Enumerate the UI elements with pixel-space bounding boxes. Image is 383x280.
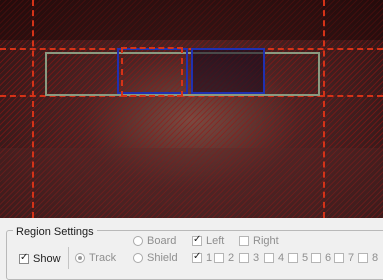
track-radio-icon: [75, 253, 85, 263]
board-radio-icon: [133, 236, 143, 246]
right-blue-region-box[interactable]: [191, 48, 265, 94]
region-3-label: 3: [253, 252, 260, 264]
left-label: Left: [206, 235, 225, 247]
wall-shadow: [0, 0, 383, 40]
track-label: Track: [89, 252, 117, 264]
region-2-label: 2: [228, 252, 235, 264]
red-dashed-region-box[interactable]: [121, 47, 183, 97]
board-label: Board: [147, 235, 177, 247]
region-5-check-icon: [288, 253, 298, 263]
left-checkbox[interactable]: Left: [192, 234, 225, 247]
region-8-checkbox[interactable]: 8: [358, 252, 378, 264]
camera-view[interactable]: [0, 0, 383, 218]
region-7-check-icon: [334, 253, 344, 263]
region-1-check-icon: [192, 251, 202, 263]
region-7-label: 7: [348, 252, 355, 264]
region-5-label: 5: [302, 252, 309, 264]
region-6-label: 6: [325, 252, 332, 264]
vertical-grid-line-right[interactable]: [323, 0, 325, 218]
region-1-label: 1: [206, 252, 213, 264]
right-check-icon: [239, 236, 249, 246]
right-label: Right: [253, 235, 279, 247]
region-2-check-icon: [214, 253, 224, 263]
shield-label: Shield: [147, 252, 178, 264]
region-4-check-icon: [264, 253, 274, 263]
region-4-label: 4: [278, 252, 285, 264]
show-check-icon: [19, 252, 29, 264]
region-8-check-icon: [358, 253, 368, 263]
right-checkbox[interactable]: Right: [239, 235, 279, 247]
region-3-checkbox[interactable]: 3: [239, 252, 259, 264]
vertical-grid-line-left[interactable]: [32, 0, 34, 218]
left-check-icon: [192, 234, 202, 246]
show-checkbox[interactable]: Show: [19, 252, 61, 265]
region-3-check-icon: [239, 253, 249, 263]
region-6-checkbox[interactable]: 6: [311, 252, 331, 264]
region-settings-title: Region Settings: [13, 226, 97, 238]
region-1-checkbox[interactable]: 1: [192, 251, 213, 264]
region-4-checkbox[interactable]: 4: [264, 252, 284, 264]
floor-area: [0, 148, 383, 218]
region-7-checkbox[interactable]: 7: [334, 252, 354, 264]
region-8-label: 8: [372, 252, 379, 264]
shield-radio-icon: [133, 253, 143, 263]
track-radio[interactable]: Track: [75, 252, 116, 264]
board-radio[interactable]: Board: [133, 235, 176, 247]
show-label: Show: [33, 253, 61, 265]
shield-radio[interactable]: Shield: [133, 252, 178, 264]
region-2-checkbox[interactable]: 2: [214, 252, 234, 264]
region-6-check-icon: [311, 253, 321, 263]
separator: [68, 247, 69, 269]
region-5-checkbox[interactable]: 5: [288, 252, 308, 264]
